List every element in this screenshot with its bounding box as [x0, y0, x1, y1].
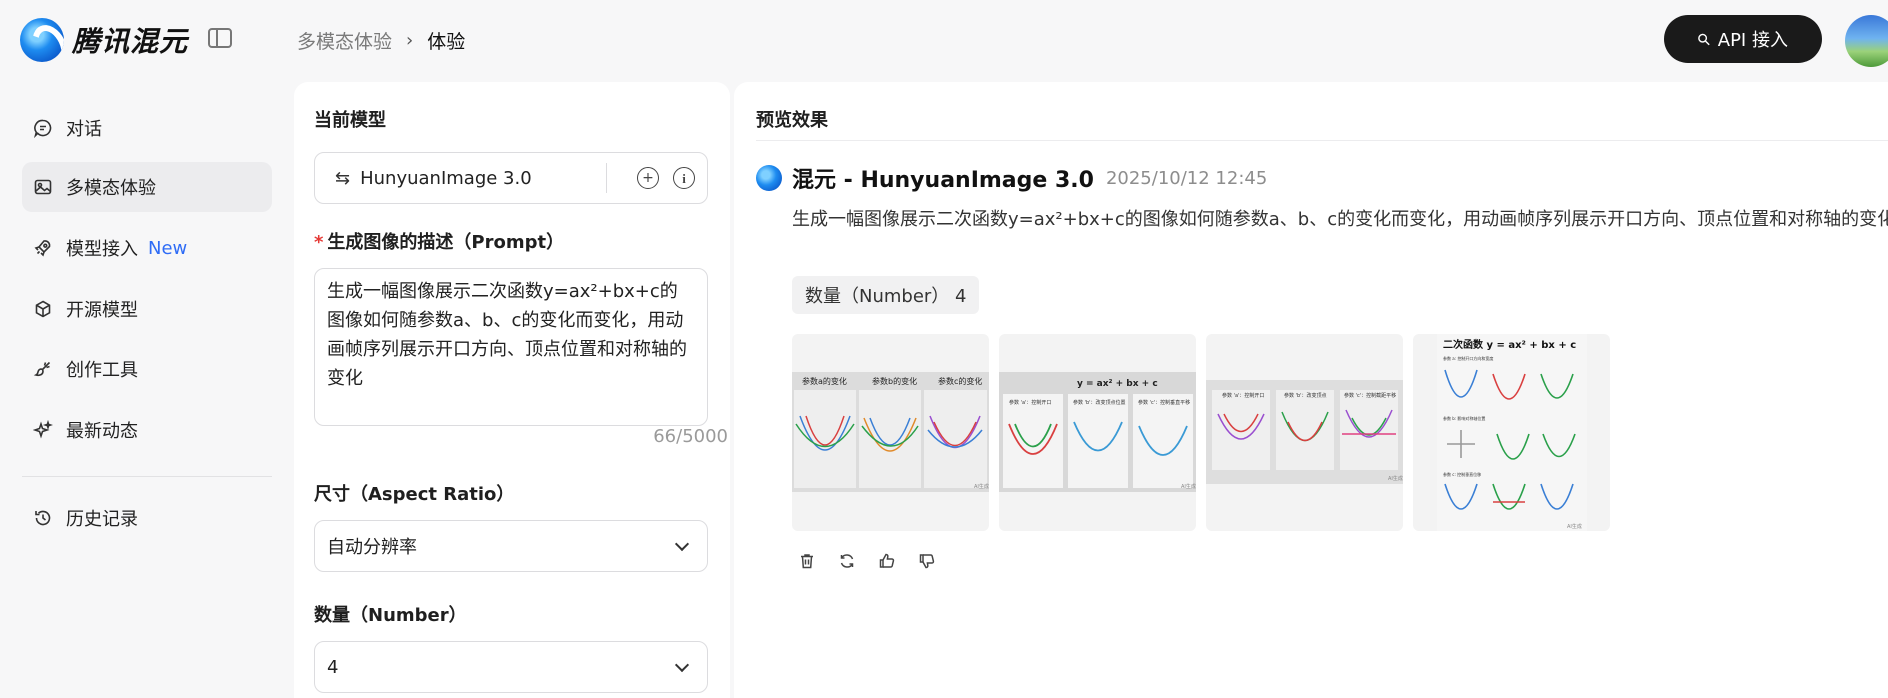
sidebar-item-label: 创作工具	[66, 360, 138, 381]
sidebar-item-label: 多模态体验	[66, 178, 156, 199]
info-icon[interactable]: i	[673, 167, 695, 189]
sidebar-item-creation-tools[interactable]: 创作工具	[22, 344, 272, 394]
avatar[interactable]	[1845, 15, 1888, 67]
message-title: 混元 - HunyuanImage 3.0	[792, 168, 1094, 193]
rocket-icon	[32, 237, 54, 259]
count-chip: 数量（Number） 4	[792, 276, 980, 314]
required-mark: *	[314, 232, 324, 253]
image-1-heading-b: 参数b的变化	[872, 376, 917, 386]
generated-image-2[interactable]: y = ax² + bx + c 参数 'a'：控制开口 参数 'b'：改变顶点…	[999, 334, 1196, 531]
image-3-heading-b: 参数 'b'：改变顶点	[1284, 392, 1327, 399]
number-select[interactable]: 4	[314, 641, 708, 693]
delete-icon[interactable]	[798, 552, 816, 570]
image-3-watermark: AI生成	[1388, 475, 1403, 482]
divider	[756, 140, 1888, 141]
sidebar-item-label: 开源模型	[66, 300, 138, 321]
generated-images: 参数a的变化 参数b的变化 参数c的变化 AI生成 y = ax² + bx +…	[792, 334, 1610, 531]
swap-icon: ⇆	[335, 167, 351, 189]
sidebar-toggle-icon[interactable]	[208, 28, 232, 48]
sidebar-item-open-source[interactable]: 开源模型	[22, 284, 272, 334]
image-icon	[32, 176, 54, 198]
preview-title: 预览效果	[756, 110, 828, 131]
image-3-heading-c: 参数 'c'：控制截距平移	[1344, 392, 1396, 399]
history-icon	[32, 507, 54, 529]
message-prompt-text: 生成一幅图像展示二次函数y=ax²+bx+c的图像如何随参数a、b、c的变化而变…	[792, 209, 1888, 230]
generation-form-panel: 当前模型 ⇆ HunyuanImage 3.0 + i * 生成图像的描述（Pro…	[294, 82, 730, 698]
image-4-heading-b: 参数 b: 影响对称轴位置	[1443, 415, 1485, 421]
sidebar-item-label: 对话	[66, 119, 102, 140]
aspect-ratio-label: 尺寸（Aspect Ratio）	[314, 484, 515, 505]
number-value: 4	[327, 656, 339, 678]
link-icon: ⚲	[1693, 28, 1715, 50]
number-label: 数量（Number）	[314, 605, 467, 626]
image-2-heading-a: 参数 'a'：控制开口	[1009, 399, 1051, 406]
image-2-title: y = ax² + bx + c	[1077, 379, 1158, 389]
thumbs-up-icon[interactable]	[878, 552, 896, 570]
breadcrumb: 多模态体验 › 体验	[297, 27, 465, 54]
message-header: 混元 - HunyuanImage 3.0 2025/10/12 12:45	[756, 162, 1267, 194]
image-2-watermark: AI生成	[1181, 483, 1196, 490]
sidebar-item-multimodal[interactable]: 多模态体验	[22, 162, 272, 212]
regenerate-icon[interactable]	[838, 552, 856, 570]
breadcrumb-current: 体验	[427, 31, 466, 53]
generated-image-1[interactable]: 参数a的变化 参数b的变化 参数c的变化 AI生成	[792, 334, 989, 531]
api-access-label: API 接入	[1717, 30, 1788, 51]
brand-name: 腾讯混元	[72, 25, 189, 58]
prompt-textarea[interactable]: 生成一幅图像展示二次函数y=ax²+bx+c的图像如何随参数a、b、c的变化而变…	[314, 268, 708, 426]
image-4-heading-c: 参数 c: 控制垂直位移	[1443, 471, 1481, 477]
prompt-label-text: 生成图像的描述（Prompt）	[327, 232, 565, 253]
image-4-heading-a: 参数 a: 控制开口方向和宽度	[1443, 355, 1493, 361]
generated-image-4[interactable]: 二次函数 y = ax² + bx + c 参数 a: 控制开口方向和宽度 参数…	[1413, 334, 1610, 531]
sidebar-item-label: 最新动态	[66, 421, 138, 442]
model-section-label: 当前模型	[314, 110, 386, 131]
preview-panel: 预览效果 混元 - HunyuanImage 3.0 2025/10/12 12…	[734, 82, 1888, 698]
new-badge: New	[148, 237, 188, 259]
brush-icon	[32, 358, 54, 380]
image-1-heading-a: 参数a的变化	[802, 376, 847, 386]
chevron-right-icon: ›	[406, 30, 414, 51]
divider	[606, 163, 607, 193]
chat-icon	[32, 117, 54, 139]
prompt-label: * 生成图像的描述（Prompt）	[314, 228, 564, 254]
sparkle-icon	[32, 419, 54, 441]
add-icon[interactable]: +	[637, 167, 659, 189]
image-2-heading-b: 参数 'b'：改变顶点位置	[1073, 399, 1126, 406]
hunyuan-logo-icon	[756, 165, 782, 191]
image-1-watermark: AI生成	[974, 483, 989, 490]
prompt-char-counter: 66/5000	[653, 426, 728, 447]
chevron-down-icon	[674, 536, 690, 552]
brand-logo[interactable]: 腾讯混元	[20, 18, 188, 62]
image-1-heading-c: 参数c的变化	[938, 376, 982, 386]
aspect-ratio-select[interactable]: 自动分辨率	[314, 520, 708, 572]
aspect-ratio-value: 自动分辨率	[327, 537, 417, 558]
api-access-button[interactable]: ⚲ API 接入	[1664, 15, 1822, 63]
thumbs-down-icon[interactable]	[918, 552, 936, 570]
sidebar-item-model-access[interactable]: 模型接入 New	[22, 223, 272, 273]
chevron-down-icon	[674, 657, 690, 673]
sidebar-item-label: 历史记录	[66, 509, 138, 530]
model-name: HunyuanImage 3.0	[360, 167, 532, 189]
image-3-heading-a: 参数 'a'：控制开口	[1222, 392, 1264, 399]
sidebar-item-news[interactable]: 最新动态	[22, 405, 272, 455]
cube-icon	[32, 298, 54, 320]
image-4-title: 二次函数 y = ax² + bx + c	[1443, 338, 1576, 351]
breadcrumb-parent[interactable]: 多模态体验	[297, 27, 392, 54]
model-selector[interactable]: ⇆ HunyuanImage 3.0 + i	[314, 152, 708, 204]
sidebar-item-label: 模型接入	[66, 239, 138, 260]
sidebar-item-chat[interactable]: 对话	[22, 103, 272, 153]
sidebar-divider	[22, 476, 272, 477]
message-actions	[798, 552, 936, 570]
image-2-heading-c: 参数 'c'：控制垂直平移	[1138, 399, 1190, 406]
hunyuan-logo-icon	[20, 18, 64, 62]
sidebar-item-history[interactable]: 历史记录	[22, 493, 272, 543]
image-4-watermark: AI生成	[1567, 523, 1582, 530]
generated-image-3[interactable]: 参数 'a'：控制开口 参数 'b'：改变顶点 参数 'c'：控制截距平移 AI…	[1206, 334, 1403, 531]
message-timestamp: 2025/10/12 12:45	[1105, 167, 1268, 189]
